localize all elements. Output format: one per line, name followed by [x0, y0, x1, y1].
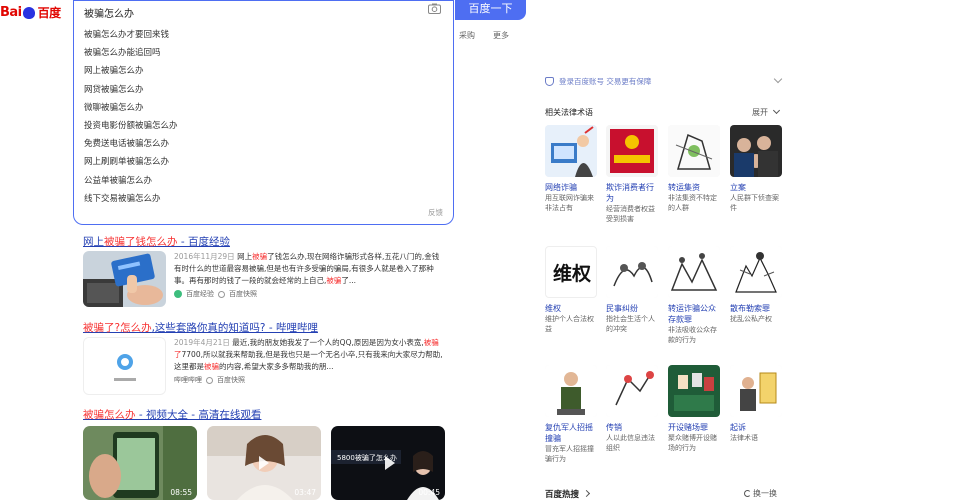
law-term-image [545, 365, 597, 417]
suggestion-item[interactable]: 线下交易被骗怎么办 [74, 190, 453, 208]
chevron-right-icon [582, 489, 591, 498]
result-snippet: 2019年4月21日 最近,我的朋友她我发了一个人的QQ,原因是因为女小表宽,被… [174, 338, 443, 371]
suggestion-item[interactable]: 网贷被骗怎么办 [74, 81, 453, 99]
law-term-card[interactable]: 维权 维权 维护个人合法权益 [545, 246, 597, 334]
video-duration: 08:55 [170, 488, 192, 497]
law-term-card[interactable]: 网络诈骗 用互联网诈骗来非法占有 [545, 125, 597, 213]
suggestion-dropdown: 被骗怎么办才要回来钱 被骗怎么办能追回吗 网上被骗怎么办 网贷被骗怎么办 微聊被… [73, 18, 454, 225]
law-term-card[interactable]: 转运集资 非法集资不特定的人群 [668, 125, 720, 213]
video-card[interactable]: 03:47 [207, 426, 321, 500]
suggestion-item[interactable]: 网上刷刷单被骗怎么办 [74, 153, 453, 171]
logo-cn: 百度 [37, 5, 62, 20]
law-term-card[interactable]: 欺诈消费者行为 经营消费者权益受到损害 [606, 125, 658, 224]
video-card[interactable]: 5800被骗了怎么办 00:45 [331, 426, 445, 500]
play-icon [259, 456, 269, 470]
result-thumbnail[interactable] [83, 251, 166, 307]
law-term-image [668, 365, 720, 417]
result-snippet: 2016年11月29日 网上被骗了钱怎么办,现在网络诈骗形式各样,五花八门的,金… [174, 252, 440, 285]
result-title[interactable]: 被骗了?怎么办,这些套路你真的知道吗? - 哔哩哔哩 [83, 320, 453, 335]
search-result: 被骗了?怎么办,这些套路你真的知道吗? - 哔哩哔哩 [83, 320, 453, 335]
suggestion-item[interactable]: 被骗怎么办能追回吗 [74, 44, 453, 62]
suggestion-item[interactable]: 投资电影份额被骗怎么办 [74, 117, 453, 135]
video-duration: 03:47 [294, 488, 316, 497]
chevron-down-icon [772, 106, 780, 115]
login-text: 登录百度账号 交易更有保障 [559, 76, 652, 86]
play-icon [385, 456, 396, 470]
expand-button[interactable]: 展开 [752, 106, 780, 118]
video-list: 08:55 03:47 5800被骗了怎么办 00:45 [83, 426, 445, 500]
law-term-image [730, 365, 782, 417]
law-term-image [606, 125, 658, 177]
snapshot-icon [218, 290, 225, 298]
result-source: 哔哩哔哩 百度快照 [174, 376, 245, 384]
nav-item-purchase[interactable]: 采购 [459, 30, 475, 41]
law-term-image [730, 246, 782, 298]
nav-item-more[interactable]: 更多 [493, 30, 509, 41]
suggestion-item[interactable]: 被骗怎么办才要回来钱 [74, 26, 453, 44]
suggestion-item[interactable]: 免费送电话被骗怎么办 [74, 135, 453, 153]
refresh-button[interactable]: 换一换 [744, 488, 777, 499]
result-source: 百度经验 百度快照 [174, 289, 446, 299]
law-term-image [730, 125, 782, 177]
logo-text: Bai [0, 4, 22, 20]
law-term-image [606, 246, 658, 298]
law-term-image [668, 125, 720, 177]
suggestion-item[interactable]: 公益单被骗怎么办 [74, 172, 453, 190]
hot-search-title[interactable]: 百度热搜 [545, 488, 591, 500]
law-term-card[interactable]: 传销 人以此信息违法组织 [606, 365, 658, 453]
camera-icon[interactable] [428, 3, 441, 14]
law-term-card[interactable]: 复仇军人招摇撞骗 冒充军人招摇撞骗行为 [545, 365, 597, 464]
video-card[interactable]: 08:55 [83, 426, 197, 500]
suggestion-item[interactable]: 微聊被骗怎么办 [74, 99, 453, 117]
law-term-card[interactable]: 转运诈骗公众存款罪 非法吸收公众存款的行为 [668, 246, 720, 345]
baidu-jingyan-icon [174, 290, 182, 298]
result-body: 2016年11月29日 网上被骗了钱怎么办,现在网络诈骗形式各样,五花八门的,金… [83, 251, 446, 307]
suggestion-item[interactable]: 网上被骗怎么办 [74, 62, 453, 80]
video-section-title[interactable]: 被骗怎么办 - 视频大全 - 高清在线观看 [83, 407, 453, 422]
law-term-image [606, 365, 658, 417]
law-term-image: 维权 [545, 246, 597, 298]
result-title[interactable]: 网上被骗了钱怎么办 - 百度经验 [83, 234, 453, 249]
search-result: 网上被骗了钱怎么办 - 百度经验 [83, 234, 453, 249]
law-term-card[interactable]: 开设赌场罪 聚众赌博开设赌场的行为 [668, 365, 720, 453]
law-term-card[interactable]: 起诉 法律术语 [730, 365, 782, 443]
shield-icon [545, 76, 554, 86]
chevron-down-icon [773, 74, 783, 84]
snapshot-icon [206, 376, 213, 384]
weiquan-logo-text: 维权 [552, 263, 591, 285]
law-term-card[interactable]: 民事纠纷 指社会生活个人的冲突 [606, 246, 658, 334]
video-duration: 00:45 [418, 488, 440, 497]
law-term-card[interactable]: 立案 人民群下侦查案件 [730, 125, 782, 213]
paw-icon [22, 7, 35, 19]
law-term-image [545, 125, 597, 177]
refresh-icon [744, 490, 751, 497]
result-body: 2019年4月21日 最近,我的朋友她我发了一个人的QQ,原因是因为女小表宽,被… [83, 337, 446, 395]
search-input[interactable]: 被骗怎么办 [73, 0, 454, 20]
law-term-card[interactable]: 散布勒索罪 扰乱公私产权 [730, 246, 782, 324]
baidu-logo[interactable]: Bai 百度 [0, 2, 61, 22]
login-bar[interactable]: 登录百度账号 交易更有保障 [545, 73, 783, 89]
feedback-link[interactable]: 反馈 [428, 207, 443, 218]
result-thumbnail[interactable] [83, 337, 166, 395]
law-terms-title: 相关法律术语 [545, 108, 593, 117]
law-term-image [668, 246, 720, 298]
search-button[interactable]: 百度一下 [455, 0, 526, 20]
